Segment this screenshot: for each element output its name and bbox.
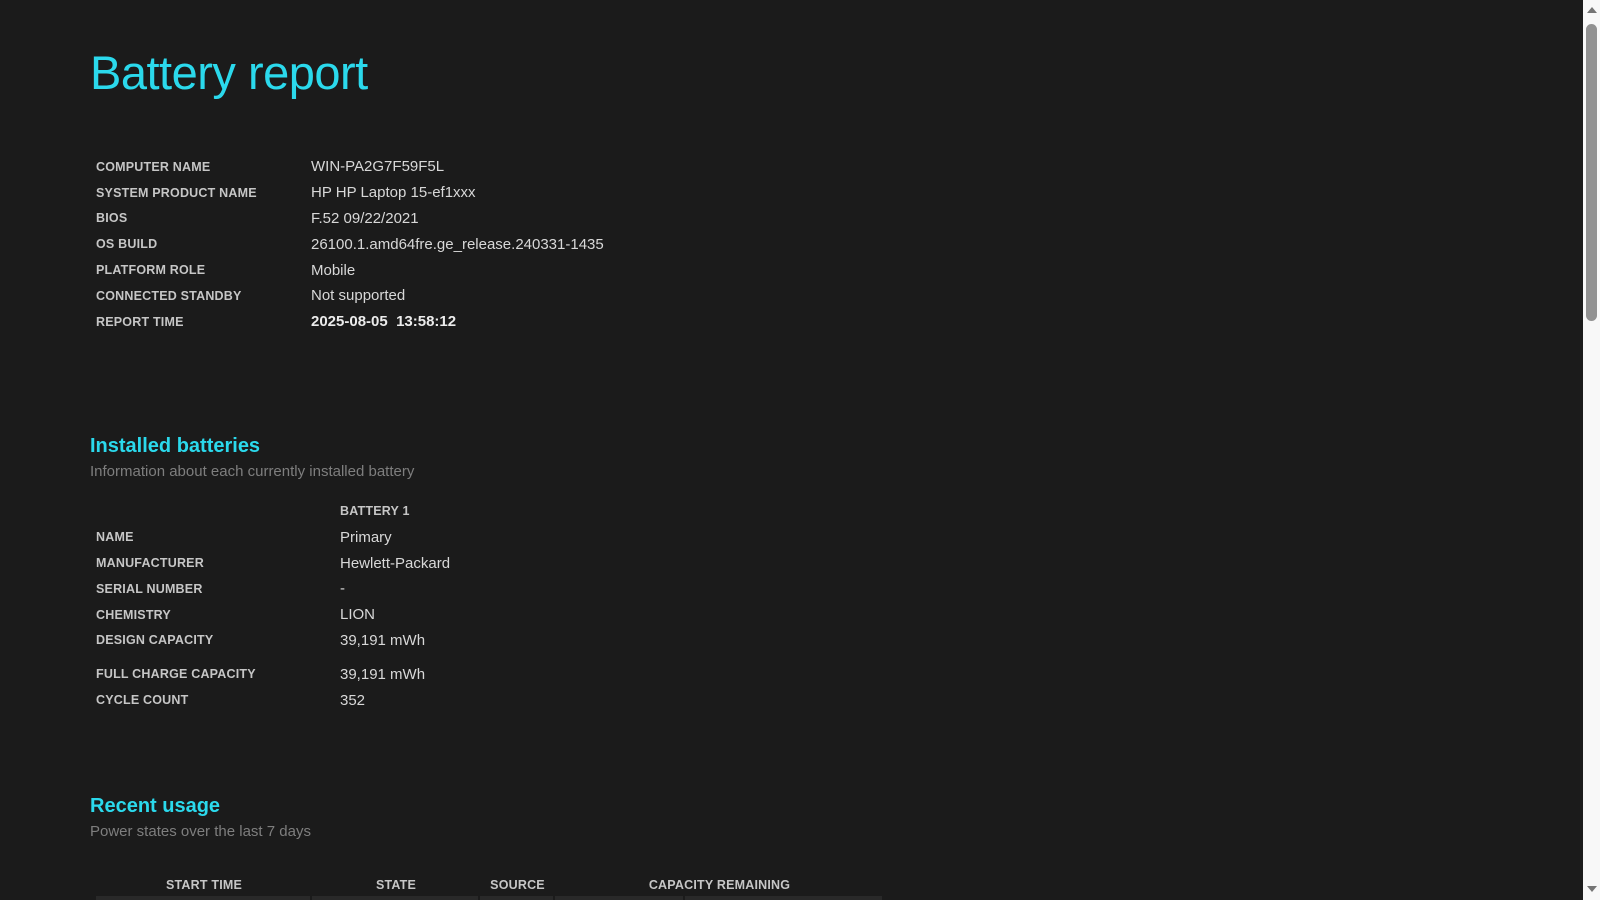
battery-capacity-label: CYCLE COUNT bbox=[96, 693, 189, 708]
battery-capacity-row: FULL CHARGE CAPACITY 39,191 mWh bbox=[96, 661, 1600, 687]
system-info-row: PLATFORM ROLE Mobile bbox=[96, 257, 1600, 283]
scrollbar-down-arrow-icon[interactable] bbox=[1586, 886, 1597, 892]
system-info-label: PLATFORM ROLE bbox=[96, 263, 206, 278]
vertical-scrollbar-track[interactable] bbox=[1583, 0, 1600, 900]
battery-detail-label: MANUFACTURER bbox=[96, 556, 204, 571]
system-info-label: BIOS bbox=[96, 211, 128, 226]
recent-usage-subtitle: Power states over the last 7 days bbox=[90, 822, 311, 840]
system-info-value: F.52 09/22/2021 bbox=[311, 209, 419, 227]
battery-detail-row: NAME Primary bbox=[96, 524, 1600, 550]
usage-cell bbox=[96, 895, 310, 900]
battery-detail-value: LION bbox=[340, 606, 376, 624]
installed-batteries-subtitle: Information about each currently install… bbox=[90, 462, 415, 480]
battery-capacity-value: 352 bbox=[340, 691, 366, 709]
system-info-label: SYSTEM PRODUCT NAME bbox=[96, 185, 257, 200]
report-time-label: REPORT TIME bbox=[96, 314, 184, 329]
battery-detail-value: Hewlett-Packard bbox=[340, 554, 451, 572]
scrollbar-up-arrow-icon[interactable] bbox=[1586, 7, 1597, 13]
system-info-row: OS BUILD 26100.1.amd64fre.ge_release.240… bbox=[96, 231, 1600, 257]
battery-detail-label: DESIGN CAPACITY bbox=[96, 633, 214, 648]
column-header-state: STATE bbox=[375, 877, 417, 892]
column-header-start-time: START TIME bbox=[165, 877, 243, 892]
battery-detail-value: - bbox=[340, 580, 345, 598]
installed-batteries-heading: Installed batteries bbox=[90, 434, 261, 457]
system-info-label: OS BUILD bbox=[96, 237, 158, 252]
battery-group-divider bbox=[96, 653, 1600, 661]
recent-usage-first-row-clipped bbox=[96, 895, 1600, 900]
page-title: Battery report bbox=[90, 46, 368, 99]
battery-capacity-group: FULL CHARGE CAPACITY 39,191 mWh CYCLE CO… bbox=[96, 661, 1600, 713]
system-info-row: COMPUTER NAME WIN-PA2G7F59F5L bbox=[96, 154, 1600, 180]
system-info-row: CONNECTED STANDBY Not supported bbox=[96, 283, 1600, 309]
battery-capacity-row: CYCLE COUNT 352 bbox=[96, 687, 1600, 713]
system-info-value: HP HP Laptop 15-ef1xxx bbox=[311, 184, 476, 202]
battery-detail-label: NAME bbox=[96, 530, 134, 545]
battery-detail-row: MANUFACTURER Hewlett-Packard bbox=[96, 550, 1600, 576]
usage-cell bbox=[555, 895, 683, 900]
battery-detail-label: CHEMISTRY bbox=[96, 607, 171, 622]
system-info-label: COMPUTER NAME bbox=[96, 159, 211, 174]
usage-cell bbox=[312, 895, 478, 900]
recent-usage-heading: Recent usage bbox=[90, 794, 221, 817]
battery-table: BATTERY 1 NAME Primary MANUFACTURER Hewl… bbox=[96, 499, 1600, 713]
battery-detail-row: DESIGN CAPACITY 39,191 mWh bbox=[96, 628, 1600, 654]
battery-report-page: Battery report COMPUTER NAME WIN-PA2G7F5… bbox=[0, 0, 1600, 900]
system-info-label: CONNECTED STANDBY bbox=[96, 288, 242, 303]
system-info-value: WIN-PA2G7F59F5L bbox=[311, 158, 445, 176]
column-header-capacity-remaining: CAPACITY REMAINING bbox=[648, 877, 791, 892]
system-info-value: Not supported bbox=[311, 287, 406, 305]
system-info-table: COMPUTER NAME WIN-PA2G7F59F5L SYSTEM PRO… bbox=[96, 154, 1600, 309]
recent-usage-header-row: START TIME STATE SOURCE CAPACITY REMAINI… bbox=[96, 877, 1600, 893]
usage-cell bbox=[480, 895, 553, 900]
system-info-value: 26100.1.amd64fre.ge_release.240331-1435 bbox=[311, 235, 604, 253]
report-time-value: 2025-08-05 13:58:12 bbox=[311, 313, 457, 331]
battery-column-header: BATTERY 1 bbox=[340, 504, 410, 519]
battery-capacity-value: 39,191 mWh bbox=[340, 665, 426, 683]
scrollbar-thumb[interactable] bbox=[1586, 24, 1597, 321]
battery-capacity-label: FULL CHARGE CAPACITY bbox=[96, 667, 256, 682]
column-header-source: SOURCE bbox=[490, 877, 545, 892]
battery-details-group: NAME Primary MANUFACTURER Hewlett-Packar… bbox=[96, 524, 1600, 653]
system-info-row: BIOS F.52 09/22/2021 bbox=[96, 206, 1600, 232]
system-info-value: Mobile bbox=[311, 261, 356, 279]
system-info-row: SYSTEM PRODUCT NAME HP HP Laptop 15-ef1x… bbox=[96, 180, 1600, 206]
battery-column-header-row: BATTERY 1 bbox=[96, 499, 1600, 525]
report-time-row: REPORT TIME 2025-08-05 13:58:12 bbox=[96, 309, 1600, 335]
usage-cell bbox=[685, 895, 882, 900]
battery-detail-value: Primary bbox=[340, 528, 392, 546]
battery-detail-value: 39,191 mWh bbox=[340, 631, 426, 649]
battery-detail-label: SERIAL NUMBER bbox=[96, 581, 203, 596]
recent-usage-section: Recent usage Power states over the last … bbox=[0, 793, 1600, 900]
battery-detail-row: CHEMISTRY LION bbox=[96, 602, 1600, 628]
battery-detail-row: SERIAL NUMBER - bbox=[96, 576, 1600, 602]
installed-batteries-section: Installed batteries Information about ea… bbox=[0, 433, 1600, 713]
